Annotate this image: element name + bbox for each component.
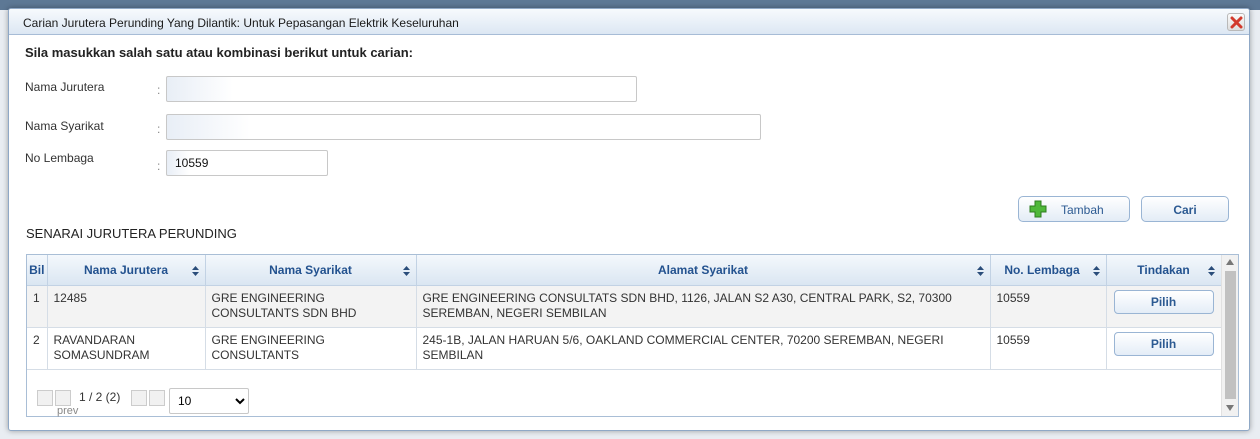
nama-syarikat-label: Nama Syarikat	[25, 119, 104, 133]
cell-bil: 2	[27, 327, 48, 370]
table-row[interactable]: 1 12485 GRE ENGINEERING CONSULTANTS SDN …	[27, 285, 1222, 328]
header-nama-jurutera[interactable]: Nama Jurutera	[47, 255, 206, 286]
dialog-title: Carian Jurutera Perunding Yang Dilantik:…	[23, 16, 459, 30]
sort-icon	[191, 265, 199, 279]
search-dialog: Carian Jurutera Perunding Yang Dilantik:…	[8, 8, 1250, 431]
prev-page-icon[interactable]	[55, 390, 71, 406]
prev-alt-text: prev	[57, 405, 79, 417]
no-lembaga-label: No Lembaga	[25, 151, 94, 165]
nama-jurutera-input[interactable]	[166, 76, 637, 102]
header-nama-syarikat[interactable]: Nama Syarikat	[205, 255, 417, 286]
header-no-lembaga[interactable]: No. Lembaga	[990, 255, 1107, 286]
cell-no-lembaga: 10559	[990, 327, 1107, 370]
cell-alamat-syarikat: GRE ENGINEERING CONSULTATS SDN BHD, 1126…	[416, 285, 991, 328]
cell-nama-jurutera: RAVANDARAN SOMASUNDRAM	[47, 327, 206, 370]
cell-tindakan: Pilih	[1106, 327, 1222, 370]
page-size-select[interactable]: 10	[169, 388, 249, 414]
cell-nama-syarikat: GRE ENGINEERING CONSULTANTS	[205, 327, 417, 370]
pagination: prev 1 / 2 (2) 10	[35, 386, 335, 417]
close-x-icon	[1230, 16, 1243, 29]
cell-tindakan: Pilih	[1106, 285, 1222, 328]
table-row[interactable]: 2 RAVANDARAN SOMASUNDRAM GRE ENGINEERING…	[27, 327, 1222, 370]
nama-syarikat-input[interactable]	[166, 114, 761, 140]
sort-icon	[402, 265, 410, 279]
results-grid: Bil Nama Jurutera Nama Syarikat Alamat S…	[26, 254, 1239, 417]
no-lembaga-input[interactable]	[166, 150, 328, 176]
scroll-thumb[interactable]	[1225, 271, 1236, 399]
cari-label: Cari	[1173, 203, 1197, 217]
pilih-button[interactable]: Pilih	[1113, 331, 1214, 356]
cell-nama-jurutera: 12485	[47, 285, 206, 328]
first-page-icon[interactable]	[37, 390, 53, 406]
close-button[interactable]	[1227, 13, 1245, 31]
pilih-button[interactable]: Pilih	[1113, 289, 1214, 314]
cell-no-lembaga: 10559	[990, 285, 1107, 328]
no-lembaga-colon: :	[157, 159, 161, 173]
last-page-icon[interactable]	[149, 390, 165, 406]
nama-jurutera-colon: :	[157, 83, 161, 97]
results-table: Bil Nama Jurutera Nama Syarikat Alamat S…	[27, 255, 1222, 370]
vertical-scrollbar[interactable]	[1221, 255, 1238, 416]
tambah-label: Tambah	[1061, 203, 1104, 217]
header-tindakan[interactable]: Tindakan	[1106, 255, 1222, 286]
scroll-up-icon[interactable]	[1226, 259, 1234, 265]
cell-alamat-syarikat: 245-1B, JALAN HARUAN 5/6, OAKLAND COMMER…	[416, 327, 991, 370]
green-plus-icon	[1029, 200, 1047, 218]
cari-button[interactable]: Cari	[1141, 196, 1229, 222]
sort-icon	[1092, 265, 1100, 279]
scroll-down-icon[interactable]	[1226, 405, 1234, 411]
nama-syarikat-colon: :	[157, 122, 161, 136]
dialog-titlebar: Carian Jurutera Perunding Yang Dilantik:…	[9, 9, 1249, 35]
header-bil[interactable]: Bil	[27, 255, 48, 286]
cell-nama-syarikat: GRE ENGINEERING CONSULTANTS SDN BHD	[205, 285, 417, 328]
next-page-icon[interactable]	[131, 390, 147, 406]
sort-icon	[1207, 265, 1215, 279]
sort-icon	[976, 265, 984, 279]
nama-jurutera-label: Nama Jurutera	[25, 80, 105, 94]
cell-bil: 1	[27, 285, 48, 328]
page-info: 1 / 2 (2)	[79, 390, 121, 404]
search-instruction: Sila masukkan salah satu atau kombinasi …	[25, 45, 413, 60]
header-alamat-syarikat[interactable]: Alamat Syarikat	[416, 255, 991, 286]
tambah-button[interactable]: Tambah	[1018, 196, 1130, 222]
section-title: SENARAI JURUTERA PERUNDING	[26, 226, 237, 241]
